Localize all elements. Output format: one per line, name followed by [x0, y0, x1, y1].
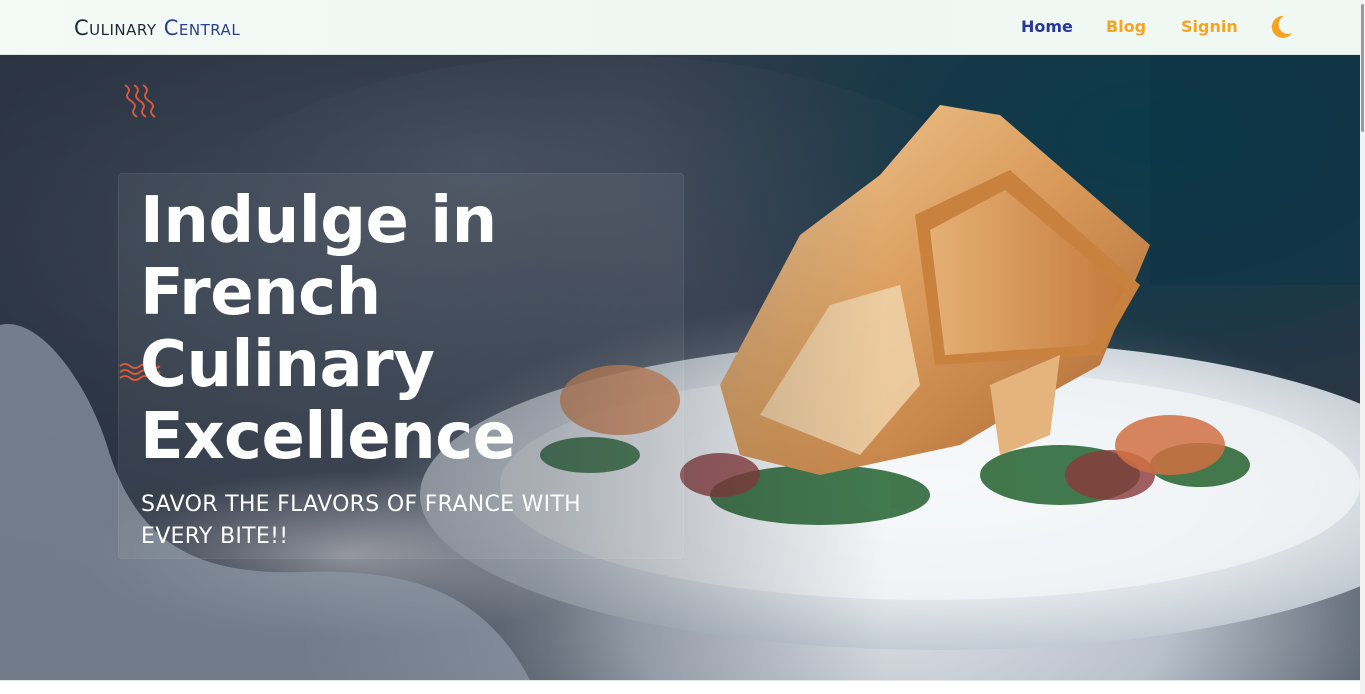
- moon-icon: [1271, 15, 1292, 38]
- scrollbar-thumb[interactable]: [1361, 4, 1364, 132]
- brand-logo[interactable]: Culinary Central: [74, 14, 240, 42]
- nav-link-home[interactable]: Home: [1021, 17, 1073, 37]
- nav-link-blog[interactable]: Blog: [1106, 17, 1146, 37]
- hero-subtitle: SAVOR THE FLAVORS OF FRANCE WITH EVERY B…: [141, 492, 582, 549]
- squiggle-icon: [124, 84, 156, 118]
- page-scrollbar[interactable]: [1360, 0, 1365, 694]
- brand-text-central: Central: [163, 16, 241, 40]
- hero-title: Indulge in French Culinary Excellence: [140, 184, 516, 474]
- top-navbar: Culinary Central Home Blog Signin: [0, 0, 1365, 55]
- hero-section: Indulge in French Culinary Excellence SA…: [0, 55, 1360, 680]
- nav-link-signin[interactable]: Signin: [1181, 17, 1238, 37]
- brand-text-culinary: Culinary: [74, 16, 157, 40]
- page-bottom-strip: [0, 680, 1360, 694]
- theme-toggle-button[interactable]: [1268, 14, 1294, 40]
